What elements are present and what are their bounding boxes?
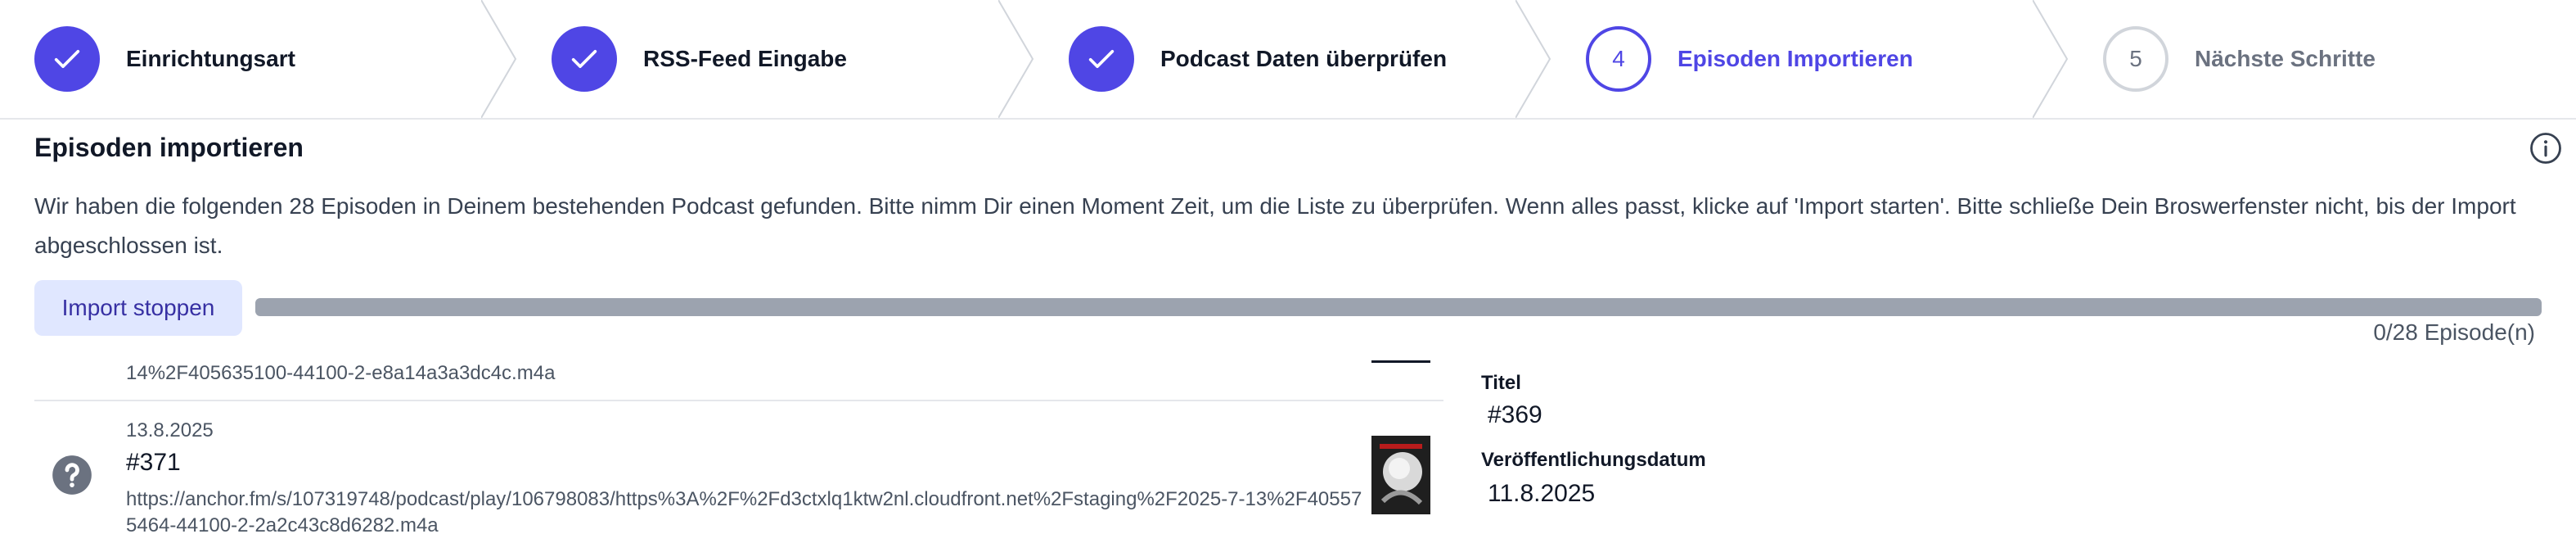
episode-detail: Titel #369 Veröffentlichungsdatum 11.8.2… [1481, 352, 2545, 534]
episode-list[interactable]: 14%2F405635100-44100-2-e8a14a3a3dc4c.m4a… [34, 352, 1443, 534]
thumbnail-edge [1371, 360, 1430, 363]
title-label: Titel [1481, 372, 1521, 394]
step-podcast-daten[interactable]: Podcast Daten überprüfen [1069, 0, 1447, 118]
episode-thumbnail [1371, 436, 1430, 514]
step-naechste-schritte: 5 Nächste Schritte [2103, 0, 2376, 118]
step-separator [1515, 0, 1551, 118]
title-value: #369 [1488, 401, 1542, 428]
check-icon [1069, 26, 1134, 92]
episode-title: #371 [126, 449, 181, 476]
step-number: 5 [2103, 26, 2168, 92]
check-icon [552, 26, 617, 92]
step-separator [998, 0, 1034, 118]
step-einrichtungsart[interactable]: Einrichtungsart [34, 0, 295, 118]
check-icon [34, 26, 100, 92]
step-rss-feed[interactable]: RSS-Feed Eingabe [552, 0, 847, 118]
row-divider [34, 400, 1443, 401]
stop-import-button[interactable]: Import stoppen [34, 280, 242, 336]
date-label: Veröffentlichungsdatum [1481, 449, 1706, 471]
progress-count: 0/28 Episode(n) [2373, 319, 2535, 345]
info-icon[interactable] [2529, 131, 2563, 165]
step-label: Podcast Daten überprüfen [1160, 46, 1448, 71]
step-label: Einrichtungsart [126, 46, 295, 71]
question-icon [51, 454, 93, 496]
step-episoden-importieren: 4 Episoden Importieren [1586, 0, 1913, 118]
step-label: RSS-Feed Eingabe [643, 46, 847, 71]
page-title: Episoden importieren [34, 133, 304, 162]
progress-stepper: Einrichtungsart RSS-Feed Eingabe Podcast… [0, 0, 2576, 120]
step-number: 4 [1586, 26, 1651, 92]
step-separator [481, 0, 517, 118]
episode-date: 13.8.2025 [126, 419, 214, 441]
episode-url: 14%2F405635100-44100-2-e8a14a3a3dc4c.m4a [126, 362, 556, 384]
step-label: Episoden Importieren [1678, 46, 1913, 71]
step-label: Nächste Schritte [2195, 46, 2376, 71]
date-value: 11.8.2025 [1488, 480, 1596, 507]
step-separator [2033, 0, 2069, 118]
import-progress-bar [255, 298, 2542, 316]
episode-url: https://anchor.fm/s/107319748/podcast/pl… [126, 488, 1362, 534]
import-description: Wir haben die folgenden 28 Episoden in D… [34, 193, 2516, 258]
